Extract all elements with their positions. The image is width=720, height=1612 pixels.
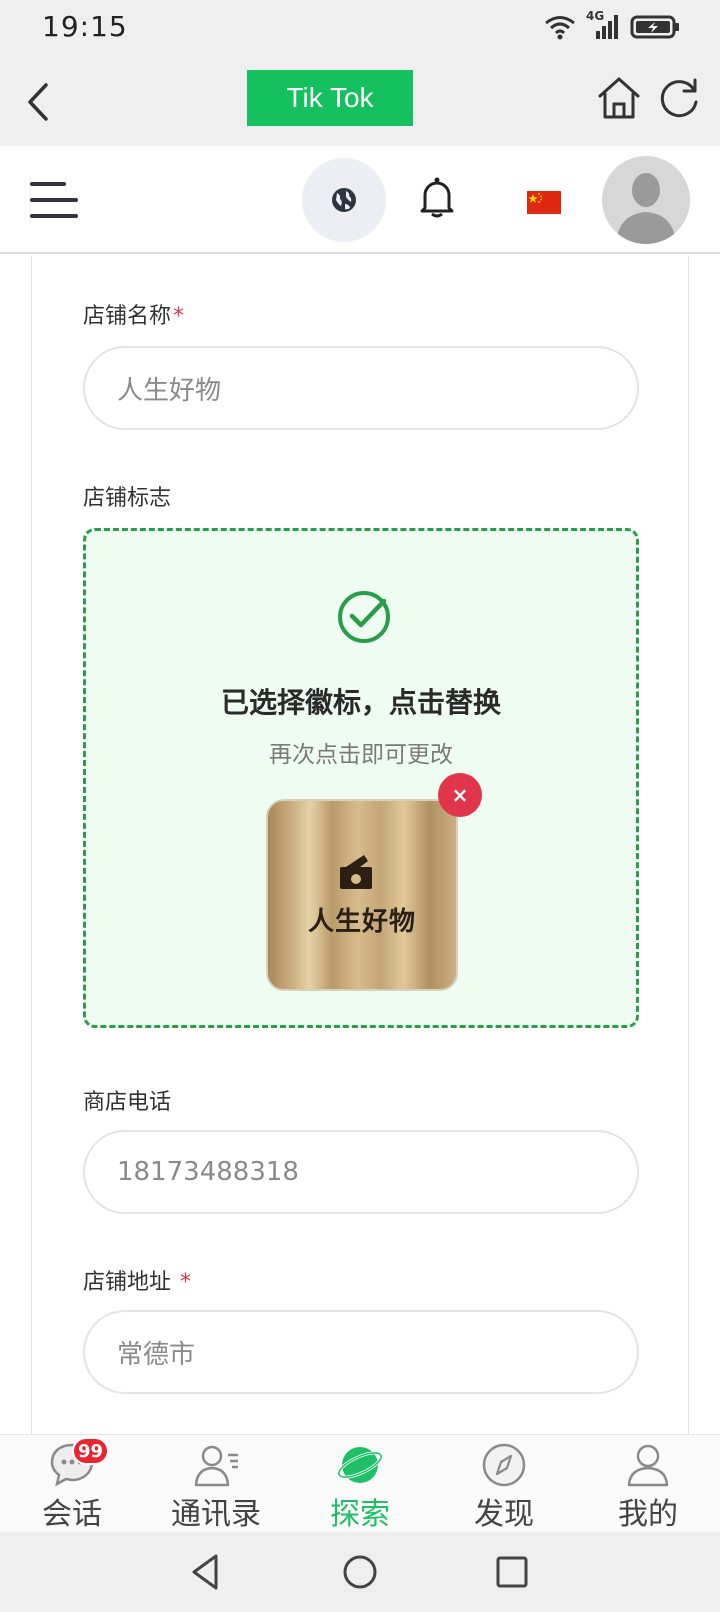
upload-subtitle: 再次点击即可更改 (269, 742, 453, 768)
shop-address-label: 店铺地址 * (83, 1264, 191, 1296)
compass-icon (482, 1443, 526, 1487)
tab-label: 探索 (330, 1497, 390, 1532)
refresh-icon (660, 78, 698, 118)
chevron-left-icon (28, 83, 48, 121)
notifications-button[interactable] (420, 176, 468, 226)
unread-badge: 99 (72, 1437, 110, 1465)
menu-button[interactable] (28, 178, 80, 222)
language-button[interactable] (302, 158, 386, 242)
home-circle-icon[interactable] (336, 1548, 384, 1596)
required-marker: * (180, 1270, 192, 1295)
upload-title: 已选择徽标，点击替换 (220, 686, 501, 719)
tab-profile[interactable]: 我的 (576, 1435, 720, 1533)
tab-label: 会话 (42, 1497, 102, 1532)
battery-icon (630, 15, 679, 39)
remove-logo-button[interactable]: × (438, 773, 482, 817)
china-flag-icon[interactable] (527, 191, 561, 214)
signal-icon: 4G (586, 9, 620, 41)
status-time: 19:15 (42, 10, 128, 43)
wifi-icon (545, 16, 575, 40)
tab-label: 通讯录 (171, 1497, 261, 1532)
planet-icon (337, 1447, 383, 1483)
tab-label: 我的 (618, 1497, 678, 1532)
tab-discover[interactable]: 发现 (432, 1435, 576, 1533)
system-nav-bar (0, 1532, 720, 1612)
shop-name-label: 店铺名称* (83, 298, 184, 330)
shop-phone-input[interactable]: 18173488318 (83, 1130, 639, 1214)
app-title: Tik Tok (247, 70, 413, 126)
tab-chat[interactable]: 99 会话 (0, 1435, 144, 1533)
contacts-icon (194, 1445, 238, 1487)
check-circle-icon (338, 591, 390, 643)
shop-phone-label: 商店电话 (83, 1090, 172, 1115)
shop-form: 店铺名称* 人生好物 店铺标志 已选择徽标，点击替换 再次点击即可更改 人生好物… (31, 256, 689, 1434)
bottom-tab-bar: 99 会话 通讯录 探索 发现 我的 (0, 1434, 720, 1532)
home-button[interactable] (596, 74, 642, 124)
logo-image-text: 人生好物 (307, 907, 416, 937)
refresh-button[interactable] (656, 74, 702, 124)
bell-icon (420, 177, 454, 218)
shop-address-label-text: 店铺地址 (83, 1270, 172, 1295)
avatar[interactable] (602, 156, 690, 244)
profile-icon (627, 1444, 669, 1487)
shop-name-input[interactable]: 人生好物 (83, 346, 639, 430)
required-marker: * (173, 304, 185, 329)
tab-label: 发现 (474, 1497, 534, 1532)
menu-line (30, 182, 66, 186)
app-bar: Tik Tok (0, 56, 720, 146)
back-triangle-icon[interactable] (182, 1548, 230, 1596)
menu-line (30, 214, 78, 218)
sub-header (0, 146, 720, 254)
logo-preview-image[interactable]: 人生好物 (266, 799, 458, 991)
tab-contacts[interactable]: 通讯录 (144, 1435, 288, 1533)
user-silhouette-icon (616, 173, 676, 244)
globe-icon (332, 188, 356, 212)
recents-square-icon[interactable] (488, 1548, 536, 1596)
home-icon (598, 77, 640, 119)
status-icons: 4G (544, 9, 680, 42)
tab-explore[interactable]: 探索 (288, 1435, 432, 1533)
shop-name-label-text: 店铺名称 (83, 304, 172, 329)
logo-upload-area[interactable]: 已选择徽标，点击替换 再次点击即可更改 人生好物 × (83, 528, 639, 1028)
status-bar: 19:15 4G (0, 0, 720, 56)
menu-line (30, 198, 78, 202)
back-button[interactable] (14, 74, 64, 130)
megaphone-icon (340, 855, 372, 889)
shop-logo-label: 店铺标志 (83, 486, 172, 511)
shop-address-input[interactable]: 常德市 (83, 1310, 639, 1394)
